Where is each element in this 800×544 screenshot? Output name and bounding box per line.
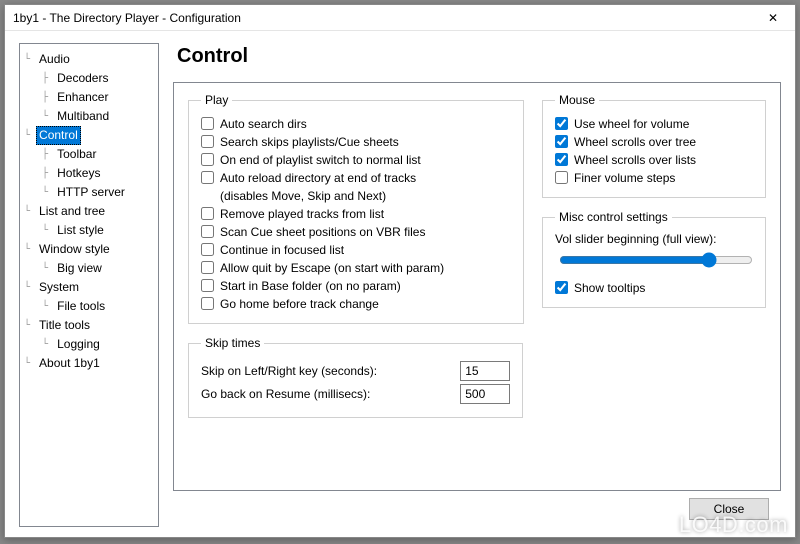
config-window: 1by1 - The Directory Player - Configurat… — [4, 4, 796, 538]
play-checkbox-5[interactable] — [201, 225, 214, 238]
close-icon: ✕ — [768, 11, 778, 25]
page-title: Control — [177, 45, 781, 68]
play-label-3: Auto reload directory at end of tracks (… — [220, 169, 416, 205]
tree-list-and-tree[interactable]: List and tree — [36, 202, 108, 221]
skip-times-group: Skip times Skip on Left/Right key (secon… — [188, 336, 523, 418]
tree-file-tools[interactable]: File tools — [54, 297, 108, 316]
play-label-2: On end of playlist switch to normal list — [220, 151, 421, 169]
play-label-1: Search skips playlists/Cue sheets — [220, 133, 399, 151]
mouse-checkbox-2[interactable] — [555, 153, 568, 166]
tree-decoders[interactable]: Decoders — [54, 69, 111, 88]
tree-control[interactable]: Control — [36, 126, 81, 145]
content: └ Audio ├ Decoders ├ Enhancer └ Multiban… — [5, 31, 795, 537]
play-checkbox-4[interactable] — [201, 207, 214, 220]
mouse-label-2: Wheel scrolls over lists — [574, 151, 696, 169]
resume-label: Go back on Resume (millisecs): — [201, 387, 450, 401]
tree-http-server[interactable]: HTTP server — [54, 183, 128, 202]
close-button[interactable]: Close — [689, 498, 769, 520]
play-label-4: Remove played tracks from list — [220, 205, 384, 223]
skip-lr-input[interactable] — [460, 361, 510, 381]
play-label-5: Scan Cue sheet positions on VBR files — [220, 223, 425, 241]
play-label-7: Allow quit by Escape (on start with para… — [220, 259, 444, 277]
tree-logging[interactable]: Logging — [54, 335, 103, 354]
tree-big-view[interactable]: Big view — [54, 259, 105, 278]
window-close-button[interactable]: ✕ — [753, 6, 793, 30]
footer: Close — [173, 491, 781, 527]
vol-slider[interactable] — [559, 252, 753, 268]
vol-slider-label: Vol slider beginning (full view): — [555, 232, 753, 246]
show-tooltips-label: Show tooltips — [574, 279, 645, 297]
tree-system[interactable]: System — [36, 278, 82, 297]
tree-toolbar[interactable]: Toolbar — [54, 145, 99, 164]
misc-legend: Misc control settings — [555, 210, 672, 224]
panel-body: Play Auto search dirsSearch skips playli… — [173, 82, 781, 491]
main-panel: Control Play Auto search dirsSearch skip… — [173, 43, 781, 527]
show-tooltips-checkbox[interactable] — [555, 281, 568, 294]
play-checkbox-2[interactable] — [201, 153, 214, 166]
mouse-group: Mouse Use wheel for volumeWheel scrolls … — [542, 93, 766, 198]
play-checkbox-0[interactable] — [201, 117, 214, 130]
play-checkbox-1[interactable] — [201, 135, 214, 148]
play-label-6: Continue in focused list — [220, 241, 344, 259]
tree-audio[interactable]: Audio — [36, 50, 73, 69]
play-group: Play Auto search dirsSearch skips playli… — [188, 93, 524, 324]
tree-hotkeys[interactable]: Hotkeys — [54, 164, 103, 183]
play-checkbox-8[interactable] — [201, 279, 214, 292]
play-label-8: Start in Base folder (on no param) — [220, 277, 401, 295]
tree-list-style[interactable]: List style — [54, 221, 107, 240]
tree-window-style[interactable]: Window style — [36, 240, 113, 259]
tree-about[interactable]: About 1by1 — [36, 354, 103, 373]
mouse-checkbox-0[interactable] — [555, 117, 568, 130]
play-checkbox-7[interactable] — [201, 261, 214, 274]
play-checkbox-9[interactable] — [201, 297, 214, 310]
mouse-legend: Mouse — [555, 93, 599, 107]
nav-tree[interactable]: └ Audio ├ Decoders ├ Enhancer └ Multiban… — [19, 43, 159, 527]
mouse-checkbox-1[interactable] — [555, 135, 568, 148]
play-checkbox-3[interactable] — [201, 171, 214, 184]
titlebar: 1by1 - The Directory Player - Configurat… — [5, 5, 795, 31]
tree-multiband[interactable]: Multiband — [54, 107, 112, 126]
skip-lr-label: Skip on Left/Right key (seconds): — [201, 364, 450, 378]
mouse-label-0: Use wheel for volume — [574, 115, 689, 133]
skip-legend: Skip times — [201, 336, 264, 350]
tree-title-tools[interactable]: Title tools — [36, 316, 93, 335]
window-title: 1by1 - The Directory Player - Configurat… — [13, 11, 753, 25]
play-legend: Play — [201, 93, 232, 107]
play-checkbox-6[interactable] — [201, 243, 214, 256]
play-label-9: Go home before track change — [220, 295, 379, 313]
mouse-checkbox-3[interactable] — [555, 171, 568, 184]
resume-input[interactable] — [460, 384, 510, 404]
tree-enhancer[interactable]: Enhancer — [54, 88, 111, 107]
misc-group: Misc control settings Vol slider beginni… — [542, 210, 766, 308]
mouse-label-1: Wheel scrolls over tree — [574, 133, 696, 151]
mouse-label-3: Finer volume steps — [574, 169, 675, 187]
play-label-0: Auto search dirs — [220, 115, 307, 133]
